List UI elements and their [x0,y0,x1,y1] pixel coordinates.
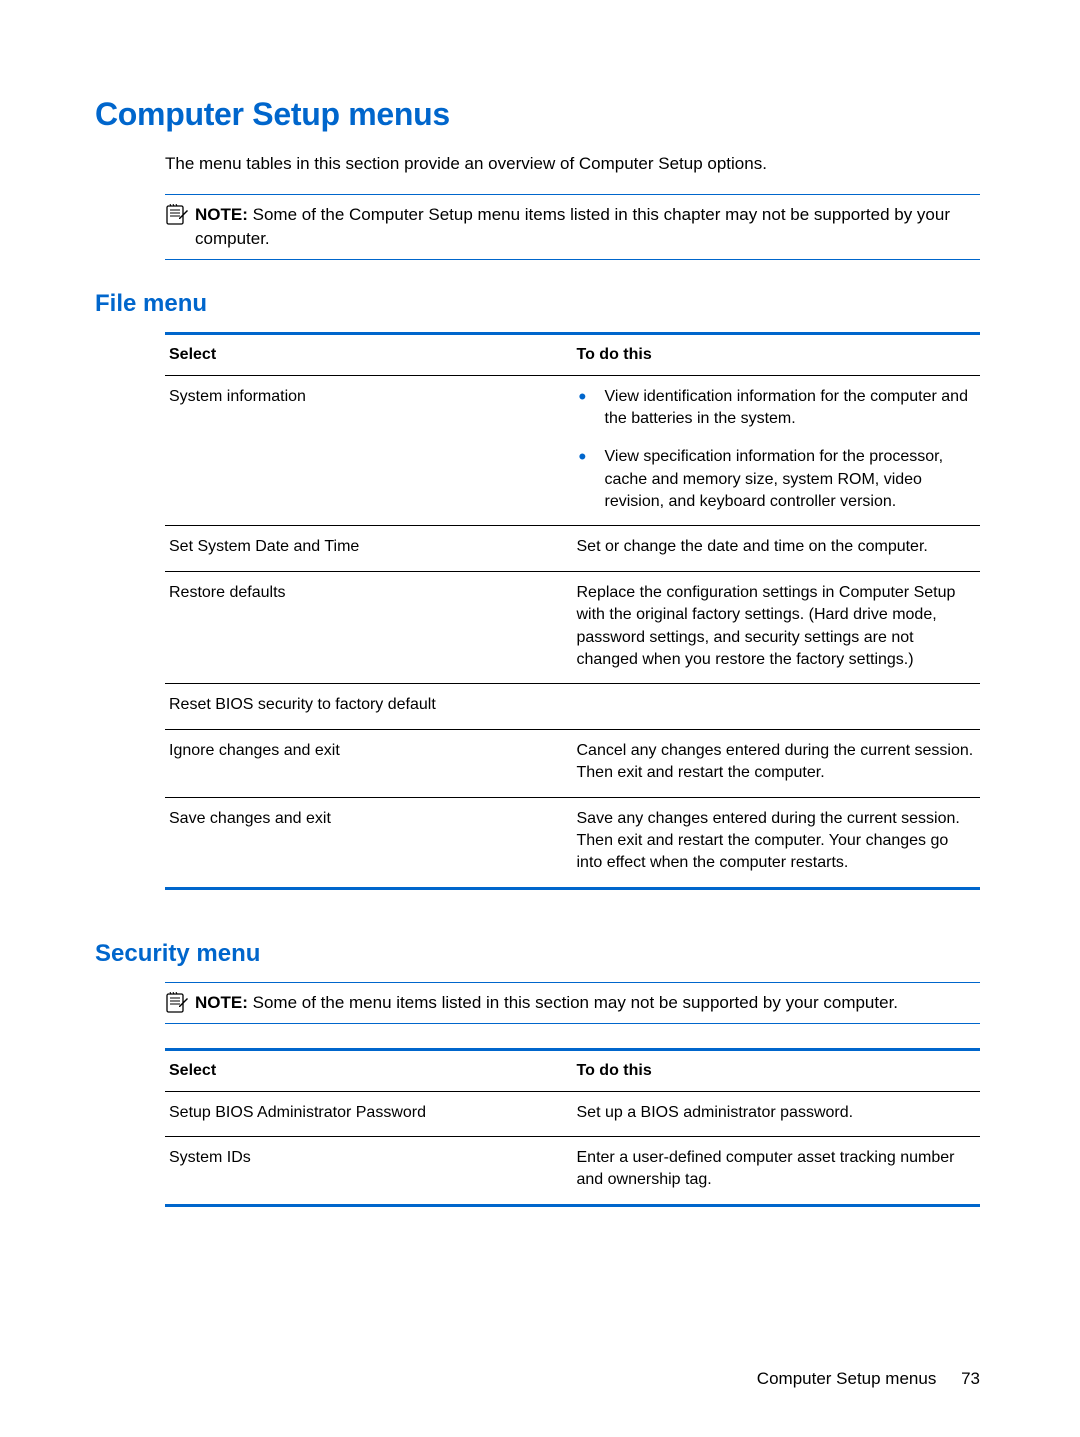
cell-todo: Enter a user-defined computer asset trac… [573,1136,981,1205]
cell-todo: Replace the configuration settings in Co… [573,571,981,684]
col-header-todo: To do this [573,333,981,375]
file-menu-heading: File menu [95,290,980,318]
page-title: Computer Setup menus [95,96,980,133]
cell-select: System information [165,375,573,526]
security-menu-table: Select To do this Setup BIOS Administrat… [165,1048,980,1207]
cell-select: Save changes and exit [165,797,573,888]
col-header-select: Select [165,1049,573,1091]
table-row: Setup BIOS Administrator Password Set up… [165,1091,980,1136]
page-number: 73 [961,1369,980,1388]
table-row: Reset BIOS security to factory default [165,684,980,729]
file-menu-table: Select To do this System information Vie… [165,332,980,890]
list-item: View specification information for the p… [577,446,977,513]
intro-text: The menu tables in this section provide … [165,153,980,176]
cell-select: Setup BIOS Administrator Password [165,1091,573,1136]
note-label: NOTE: [195,993,248,1012]
table-row: Set System Date and Time Set or change t… [165,526,980,571]
cell-select: Restore defaults [165,571,573,684]
cell-todo: View identification information for the … [573,375,981,526]
table-row: System information View identification i… [165,375,980,526]
note-block-1: NOTE: Some of the Computer Setup menu it… [165,194,980,260]
note-label: NOTE: [195,205,248,224]
cell-todo: Set up a BIOS administrator password. [573,1091,981,1136]
cell-select: System IDs [165,1136,573,1205]
note-icon [165,992,189,1014]
note-block-2: NOTE: Some of the menu items listed in t… [165,982,980,1024]
cell-todo [573,684,981,729]
col-header-todo: To do this [573,1049,981,1091]
note-text: Some of the menu items listed in this se… [253,993,898,1012]
table-row: Ignore changes and exit Cancel any chang… [165,729,980,797]
cell-todo: Save any changes entered during the curr… [573,797,981,888]
table-row: Save changes and exit Save any changes e… [165,797,980,888]
col-header-select: Select [165,333,573,375]
cell-todo: Set or change the date and time on the c… [573,526,981,571]
cell-select: Set System Date and Time [165,526,573,571]
cell-select: Ignore changes and exit [165,729,573,797]
list-item: View identification information for the … [577,386,977,431]
footer-title: Computer Setup menus [757,1369,937,1388]
note-icon [165,204,189,226]
cell-select: Reset BIOS security to factory default [165,684,573,729]
table-row: Restore defaults Replace the configurati… [165,571,980,684]
table-row: System IDs Enter a user-defined computer… [165,1136,980,1205]
cell-todo: Cancel any changes entered during the cu… [573,729,981,797]
note-text: Some of the Computer Setup menu items li… [195,205,950,248]
security-menu-heading: Security menu [95,940,980,968]
page-footer: Computer Setup menus 73 [757,1369,980,1389]
